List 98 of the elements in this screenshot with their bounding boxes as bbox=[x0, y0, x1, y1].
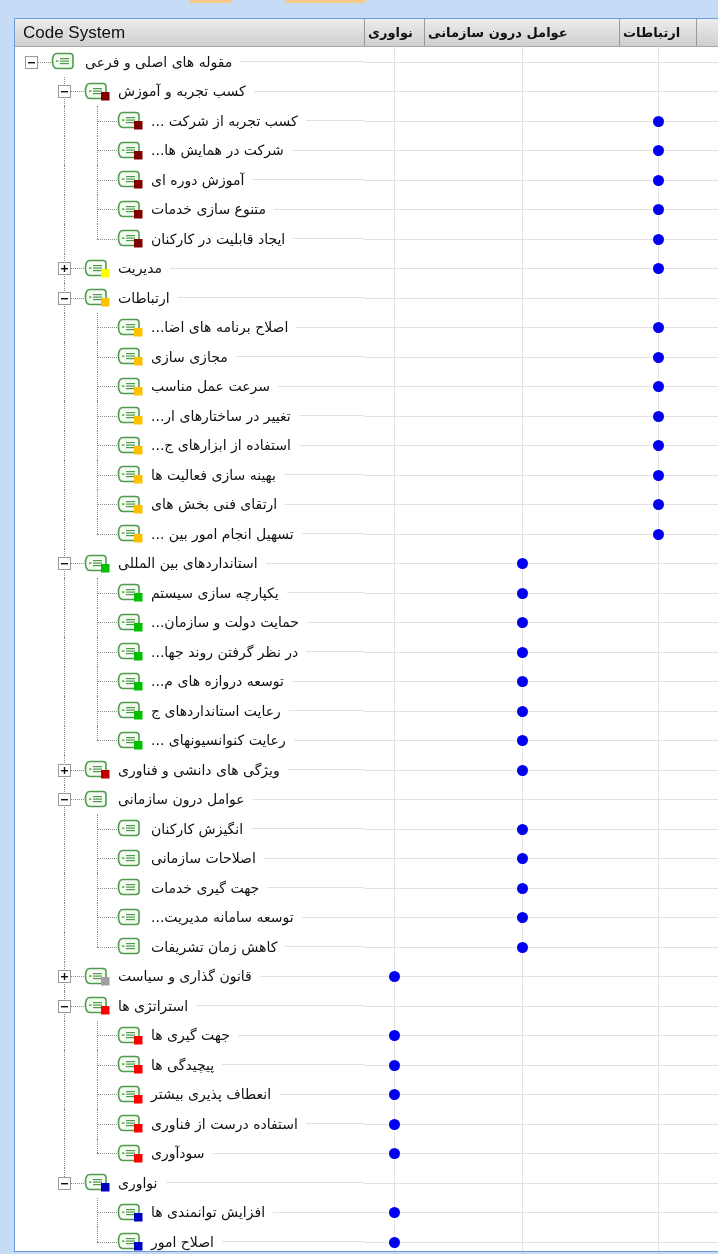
match-dot bbox=[516, 558, 528, 570]
code-tag-icon bbox=[117, 819, 143, 839]
code-label[interactable]: ویژگی های دانشی و فناوری bbox=[118, 761, 280, 778]
code-label[interactable]: کسب تجربه از شرکت ... bbox=[151, 112, 298, 129]
match-dot bbox=[389, 1118, 400, 1130]
match-dot bbox=[389, 1236, 400, 1248]
match-dot bbox=[516, 617, 528, 629]
match-dot bbox=[516, 912, 528, 924]
code-tag-icon bbox=[117, 878, 143, 898]
code-label[interactable]: پیچیدگی ها bbox=[151, 1056, 215, 1073]
code-tag-icon bbox=[117, 848, 143, 868]
code-label[interactable]: اصلاح برنامه های اضا... bbox=[151, 319, 289, 336]
column-header[interactable]: ارتباطات bbox=[619, 19, 696, 46]
match-dot bbox=[389, 1059, 400, 1071]
code-label[interactable]: استراتژی ها bbox=[118, 997, 189, 1014]
code-label[interactable]: سرعت عمل مناسب bbox=[151, 378, 270, 395]
match-dot bbox=[652, 204, 664, 216]
code-label[interactable]: قانون گذاری و سیاست bbox=[118, 968, 252, 985]
match-dot bbox=[389, 1089, 400, 1101]
code-label[interactable]: مدیریت bbox=[118, 260, 163, 277]
code-label[interactable]: ارتقای فنی بخش های bbox=[151, 496, 278, 513]
code-label[interactable]: کاهش زمان تشریفات bbox=[151, 938, 278, 955]
match-dot bbox=[389, 1148, 400, 1160]
code-tag-icon bbox=[117, 937, 143, 957]
expand-icon[interactable] bbox=[58, 763, 71, 777]
expand-icon[interactable] bbox=[58, 970, 71, 984]
code-label[interactable]: ایجاد قابلیت در کارکنان bbox=[151, 230, 286, 247]
column-header[interactable]: نواوری bbox=[364, 19, 424, 46]
code-tag-icon bbox=[117, 907, 143, 927]
code-tag-icon bbox=[51, 52, 77, 72]
match-dot bbox=[652, 174, 664, 186]
code-label[interactable]: تغییر در ساختارهای ار... bbox=[151, 407, 291, 424]
code-label[interactable]: ارتباطات bbox=[118, 289, 170, 306]
code-label[interactable]: جهت گیری ها bbox=[151, 1027, 230, 1044]
code-label[interactable]: عوامل درون سازمانی bbox=[118, 791, 245, 808]
code-label[interactable]: بهینه سازی فعالیت ها bbox=[151, 466, 276, 483]
code-label[interactable]: مقوله های اصلی و فرعی bbox=[85, 53, 233, 70]
match-dot bbox=[516, 705, 528, 717]
match-dot bbox=[516, 646, 528, 658]
code-label[interactable]: در نظر گرفتن روند جها... bbox=[151, 643, 299, 660]
match-dot bbox=[652, 233, 664, 245]
code-label[interactable]: شرکت در همایش ها... bbox=[151, 142, 284, 159]
match-dot bbox=[516, 587, 528, 599]
code-label[interactable]: کسب تجربه و آموزش bbox=[118, 83, 246, 100]
column-header[interactable]: Code System bbox=[15, 19, 364, 46]
code-label[interactable]: آموزش دوره ای bbox=[151, 171, 245, 188]
code-label[interactable]: استفاده از ابزارهای ج... bbox=[151, 437, 291, 454]
code-label[interactable]: اصلاحات سازمانی bbox=[151, 850, 256, 867]
collapse-icon[interactable] bbox=[58, 1176, 71, 1190]
collapse-icon[interactable] bbox=[25, 55, 38, 69]
match-dot bbox=[652, 351, 664, 363]
code-label[interactable]: استفاده درست از فناوری bbox=[151, 1115, 298, 1132]
collapse-icon[interactable] bbox=[58, 291, 71, 305]
code-label[interactable]: سودآوری bbox=[151, 1145, 205, 1162]
match-dot bbox=[389, 1030, 400, 1042]
collapse-icon[interactable] bbox=[58, 999, 71, 1013]
collapse-icon[interactable] bbox=[58, 793, 71, 807]
match-dot bbox=[652, 440, 664, 452]
code-label[interactable]: انگیزش کارکنان bbox=[151, 820, 244, 837]
collapse-icon[interactable] bbox=[58, 85, 71, 99]
code-label[interactable]: حمایت دولت و سازمان... bbox=[151, 614, 299, 631]
code-label[interactable]: افزایش توانمندی ها bbox=[151, 1204, 266, 1221]
code-label[interactable]: اصلاح امور bbox=[151, 1233, 214, 1250]
code-label[interactable]: نواوری bbox=[118, 1174, 158, 1191]
code-label[interactable]: متنوع سازی خدمات bbox=[151, 201, 267, 218]
match-dot bbox=[389, 1207, 400, 1219]
match-dot bbox=[652, 322, 664, 334]
expand-icon[interactable] bbox=[58, 262, 71, 276]
code-label[interactable]: استانداردهای بین المللی bbox=[118, 555, 258, 572]
match-dot bbox=[652, 469, 664, 481]
tab-edge bbox=[190, 0, 232, 3]
match-dot bbox=[652, 528, 664, 540]
match-dot bbox=[516, 853, 528, 865]
code-label[interactable]: توسعه دروازه های م... bbox=[151, 673, 284, 690]
code-tag-icon bbox=[84, 789, 110, 809]
code-label[interactable]: یکپارچه سازی سیستم bbox=[151, 584, 279, 601]
code-label[interactable]: رعایت استانداردهای ج bbox=[151, 702, 281, 719]
code-label[interactable]: مجازی سازی bbox=[151, 348, 228, 365]
match-dot bbox=[652, 410, 664, 422]
match-dot bbox=[652, 263, 664, 275]
code-label[interactable]: توسعه سامانه مدیریت... bbox=[151, 909, 294, 926]
match-dot bbox=[516, 735, 528, 747]
code-label[interactable]: تسهیل انجام امور بین ... bbox=[151, 525, 294, 542]
match-dot bbox=[652, 145, 664, 157]
collapse-icon[interactable] bbox=[58, 557, 71, 571]
match-dot bbox=[652, 381, 664, 393]
code-label[interactable]: انعطاف پذیری بیشتر bbox=[151, 1086, 272, 1103]
match-dot bbox=[516, 941, 528, 953]
match-dot bbox=[652, 115, 664, 127]
match-dot bbox=[516, 676, 528, 688]
match-dot bbox=[516, 823, 528, 835]
code-label[interactable]: جهت گیری خدمات bbox=[151, 879, 260, 896]
match-dot bbox=[516, 882, 528, 894]
match-dot bbox=[652, 499, 664, 511]
column-header[interactable]: عوامل درون سازمانی bbox=[424, 19, 619, 46]
match-dot bbox=[389, 971, 400, 983]
match-dot bbox=[516, 764, 528, 776]
code-label[interactable]: رعایت کنوانسیونهای ... bbox=[151, 732, 286, 749]
